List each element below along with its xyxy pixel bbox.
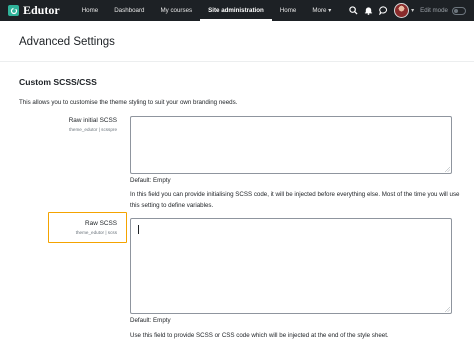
brand-name: Edutor — [23, 3, 60, 17]
setting-help-text: Use this field to provide SCSS or CSS co… — [130, 332, 389, 339]
nav-item-my-courses[interactable]: My courses — [152, 0, 200, 21]
bell-icon[interactable] — [361, 0, 376, 21]
raw-initial-scss-textarea[interactable] — [130, 116, 452, 174]
nav-item-site-administration[interactable]: Site administration — [200, 0, 272, 21]
default-value: Default: Empty — [130, 317, 171, 324]
edit-mode-label: Edit mode — [420, 7, 448, 14]
setting-label-raw-initial-scss: Raw initial SCSS theme_edutor | scsspre — [19, 117, 117, 132]
user-menu-chevron-icon[interactable]: ▾ — [411, 7, 414, 14]
nav-item-dashboard[interactable]: Dashboard — [106, 0, 152, 21]
search-icon[interactable] — [346, 0, 361, 21]
edit-mode-switch[interactable]: Edit mode — [420, 6, 466, 15]
section-title: Custom SCSS/CSS — [19, 77, 97, 87]
setting-label-raw-scss: Raw SCSS theme_edutor | scss — [19, 220, 117, 235]
nav-item-home-2[interactable]: Home — [272, 0, 305, 21]
default-value: Default: Empty — [130, 177, 171, 184]
navbar-right: ▾ Edit mode — [346, 0, 474, 21]
resize-handle-icon[interactable] — [445, 307, 450, 312]
brand-logo-icon — [8, 5, 19, 16]
nav-item-home[interactable]: Home — [74, 0, 107, 21]
edit-mode-toggle[interactable] — [452, 6, 466, 15]
chat-icon[interactable] — [376, 0, 391, 21]
text-cursor — [138, 225, 139, 234]
setting-name: Raw SCSS — [85, 220, 117, 227]
page-title: Advanced Settings — [19, 36, 115, 48]
setting-help-text: In this field you can provide initialisi… — [130, 191, 460, 209]
primary-nav: Home Dashboard My courses Site administr… — [74, 0, 340, 21]
divider — [0, 61, 474, 62]
resize-handle-icon[interactable] — [445, 167, 450, 172]
brand[interactable]: Edutor — [8, 3, 60, 18]
setting-key: theme_edutor | scss — [75, 230, 117, 235]
setting-key: theme_edutor | scsspre — [69, 127, 117, 132]
toggle-knob — [454, 8, 458, 13]
chevron-down-icon: ▾ — [328, 7, 332, 14]
nav-item-more-label: More — [312, 7, 327, 14]
section-description: This allows you to customise the theme s… — [19, 99, 238, 106]
setting-name: Raw initial SCSS — [68, 117, 117, 124]
avatar[interactable] — [394, 3, 410, 18]
nav-item-more[interactable]: More ▾ — [304, 0, 339, 21]
raw-scss-textarea[interactable] — [130, 218, 452, 314]
top-navbar: Edutor Home Dashboard My courses Site ad… — [0, 0, 474, 21]
